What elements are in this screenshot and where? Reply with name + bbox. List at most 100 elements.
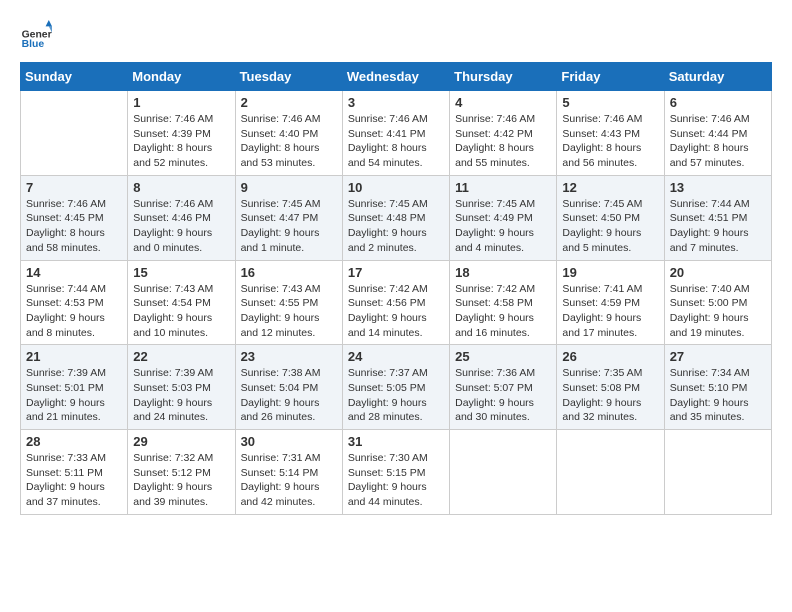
weekday-header-sunday: Sunday — [21, 63, 128, 91]
page-header: General Blue — [20, 20, 772, 52]
day-info: Sunrise: 7:46 AMSunset: 4:41 PMDaylight:… — [348, 112, 444, 171]
day-info: Sunrise: 7:44 AMSunset: 4:53 PMDaylight:… — [26, 282, 122, 341]
day-info: Sunrise: 7:37 AMSunset: 5:05 PMDaylight:… — [348, 366, 444, 425]
day-number: 2 — [241, 95, 337, 110]
weekday-header-thursday: Thursday — [450, 63, 557, 91]
day-info: Sunrise: 7:46 AMSunset: 4:39 PMDaylight:… — [133, 112, 229, 171]
day-number: 9 — [241, 180, 337, 195]
calendar-cell: 23 Sunrise: 7:38 AMSunset: 5:04 PMDayligh… — [235, 345, 342, 430]
calendar-cell: 9 Sunrise: 7:45 AMSunset: 4:47 PMDaylight… — [235, 175, 342, 260]
day-number: 26 — [562, 349, 658, 364]
calendar-cell: 17 Sunrise: 7:42 AMSunset: 4:56 PMDayligh… — [342, 260, 449, 345]
weekday-header-row: SundayMondayTuesdayWednesdayThursdayFrid… — [21, 63, 772, 91]
calendar-cell: 26 Sunrise: 7:35 AMSunset: 5:08 PMDayligh… — [557, 345, 664, 430]
calendar-cell: 6 Sunrise: 7:46 AMSunset: 4:44 PMDaylight… — [664, 91, 771, 176]
day-number: 14 — [26, 265, 122, 280]
week-row-4: 21Sunrise: 7:39 AMSunset: 5:01 PMDayligh… — [21, 345, 772, 430]
weekday-header-saturday: Saturday — [664, 63, 771, 91]
calendar-cell: 22 Sunrise: 7:39 AMSunset: 5:03 PMDayligh… — [128, 345, 235, 430]
day-number: 3 — [348, 95, 444, 110]
day-number: 18 — [455, 265, 551, 280]
day-info: Sunrise: 7:40 AMSunset: 5:00 PMDaylight:… — [670, 282, 766, 341]
day-number: 30 — [241, 434, 337, 449]
day-info: Sunrise: 7:45 AMSunset: 4:50 PMDaylight:… — [562, 197, 658, 256]
day-number: 1 — [133, 95, 229, 110]
day-number: 23 — [241, 349, 337, 364]
calendar-cell — [664, 430, 771, 515]
weekday-header-friday: Friday — [557, 63, 664, 91]
day-info: Sunrise: 7:41 AMSunset: 4:59 PMDaylight:… — [562, 282, 658, 341]
day-number: 17 — [348, 265, 444, 280]
calendar-cell — [21, 91, 128, 176]
day-info: Sunrise: 7:35 AMSunset: 5:08 PMDaylight:… — [562, 366, 658, 425]
day-info: Sunrise: 7:43 AMSunset: 4:54 PMDaylight:… — [133, 282, 229, 341]
calendar-cell: 28Sunrise: 7:33 AMSunset: 5:11 PMDayligh… — [21, 430, 128, 515]
week-row-5: 28Sunrise: 7:33 AMSunset: 5:11 PMDayligh… — [21, 430, 772, 515]
day-info: Sunrise: 7:36 AMSunset: 5:07 PMDaylight:… — [455, 366, 551, 425]
day-number: 15 — [133, 265, 229, 280]
weekday-header-monday: Monday — [128, 63, 235, 91]
weekday-header-wednesday: Wednesday — [342, 63, 449, 91]
day-number: 20 — [670, 265, 766, 280]
calendar-cell — [450, 430, 557, 515]
day-info: Sunrise: 7:33 AMSunset: 5:11 PMDaylight:… — [26, 451, 122, 510]
calendar-cell — [557, 430, 664, 515]
day-info: Sunrise: 7:38 AMSunset: 5:04 PMDaylight:… — [241, 366, 337, 425]
calendar-cell: 12 Sunrise: 7:45 AMSunset: 4:50 PMDayligh… — [557, 175, 664, 260]
day-info: Sunrise: 7:46 AMSunset: 4:44 PMDaylight:… — [670, 112, 766, 171]
weekday-header-tuesday: Tuesday — [235, 63, 342, 91]
day-number: 22 — [133, 349, 229, 364]
day-info: Sunrise: 7:46 AMSunset: 4:43 PMDaylight:… — [562, 112, 658, 171]
day-number: 5 — [562, 95, 658, 110]
day-info: Sunrise: 7:46 AMSunset: 4:46 PMDaylight:… — [133, 197, 229, 256]
day-number: 21 — [26, 349, 122, 364]
day-info: Sunrise: 7:46 AMSunset: 4:45 PMDaylight:… — [26, 197, 122, 256]
day-info: Sunrise: 7:44 AMSunset: 4:51 PMDaylight:… — [670, 197, 766, 256]
day-info: Sunrise: 7:32 AMSunset: 5:12 PMDaylight:… — [133, 451, 229, 510]
day-info: Sunrise: 7:45 AMSunset: 4:48 PMDaylight:… — [348, 197, 444, 256]
day-info: Sunrise: 7:34 AMSunset: 5:10 PMDaylight:… — [670, 366, 766, 425]
day-number: 11 — [455, 180, 551, 195]
calendar-cell: 31Sunrise: 7:30 AMSunset: 5:15 PMDayligh… — [342, 430, 449, 515]
day-number: 24 — [348, 349, 444, 364]
day-number: 13 — [670, 180, 766, 195]
calendar-table: SundayMondayTuesdayWednesdayThursdayFrid… — [20, 62, 772, 515]
calendar-cell: 27 Sunrise: 7:34 AMSunset: 5:10 PMDayligh… — [664, 345, 771, 430]
svg-text:Blue: Blue — [22, 39, 45, 50]
calendar-cell: 7 Sunrise: 7:46 AMSunset: 4:45 PMDaylight… — [21, 175, 128, 260]
day-info: Sunrise: 7:30 AMSunset: 5:15 PMDaylight:… — [348, 451, 444, 510]
day-info: Sunrise: 7:42 AMSunset: 4:56 PMDaylight:… — [348, 282, 444, 341]
calendar-cell: 21Sunrise: 7:39 AMSunset: 5:01 PMDayligh… — [21, 345, 128, 430]
day-number: 27 — [670, 349, 766, 364]
calendar-cell: 2 Sunrise: 7:46 AMSunset: 4:40 PMDaylight… — [235, 91, 342, 176]
calendar-cell: 5 Sunrise: 7:46 AMSunset: 4:43 PMDaylight… — [557, 91, 664, 176]
calendar-cell: 15 Sunrise: 7:43 AMSunset: 4:54 PMDayligh… — [128, 260, 235, 345]
calendar-cell: 19 Sunrise: 7:41 AMSunset: 4:59 PMDayligh… — [557, 260, 664, 345]
calendar-cell: 24 Sunrise: 7:37 AMSunset: 5:05 PMDayligh… — [342, 345, 449, 430]
day-number: 6 — [670, 95, 766, 110]
week-row-2: 7 Sunrise: 7:46 AMSunset: 4:45 PMDaylight… — [21, 175, 772, 260]
calendar-cell: 16 Sunrise: 7:43 AMSunset: 4:55 PMDayligh… — [235, 260, 342, 345]
day-number: 19 — [562, 265, 658, 280]
day-number: 16 — [241, 265, 337, 280]
day-info: Sunrise: 7:45 AMSunset: 4:49 PMDaylight:… — [455, 197, 551, 256]
day-number: 12 — [562, 180, 658, 195]
day-number: 7 — [26, 180, 122, 195]
calendar-cell: 20 Sunrise: 7:40 AMSunset: 5:00 PMDayligh… — [664, 260, 771, 345]
day-info: Sunrise: 7:43 AMSunset: 4:55 PMDaylight:… — [241, 282, 337, 341]
calendar-cell: 4 Sunrise: 7:46 AMSunset: 4:42 PMDaylight… — [450, 91, 557, 176]
day-info: Sunrise: 7:42 AMSunset: 4:58 PMDaylight:… — [455, 282, 551, 341]
logo-icon: General Blue — [20, 20, 52, 52]
calendar-cell: 25Sunrise: 7:36 AMSunset: 5:07 PMDayligh… — [450, 345, 557, 430]
day-info: Sunrise: 7:45 AMSunset: 4:47 PMDaylight:… — [241, 197, 337, 256]
week-row-1: 1 Sunrise: 7:46 AMSunset: 4:39 PMDaylight… — [21, 91, 772, 176]
day-info: Sunrise: 7:46 AMSunset: 4:40 PMDaylight:… — [241, 112, 337, 171]
day-info: Sunrise: 7:46 AMSunset: 4:42 PMDaylight:… — [455, 112, 551, 171]
day-number: 4 — [455, 95, 551, 110]
calendar-cell: 30 Sunrise: 7:31 AMSunset: 5:14 PMDayligh… — [235, 430, 342, 515]
calendar-cell: 10Sunrise: 7:45 AMSunset: 4:48 PMDayligh… — [342, 175, 449, 260]
day-info: Sunrise: 7:39 AMSunset: 5:03 PMDaylight:… — [133, 366, 229, 425]
calendar-cell: 14 Sunrise: 7:44 AMSunset: 4:53 PMDayligh… — [21, 260, 128, 345]
calendar-cell: 13 Sunrise: 7:44 AMSunset: 4:51 PMDayligh… — [664, 175, 771, 260]
day-info: Sunrise: 7:31 AMSunset: 5:14 PMDaylight:… — [241, 451, 337, 510]
